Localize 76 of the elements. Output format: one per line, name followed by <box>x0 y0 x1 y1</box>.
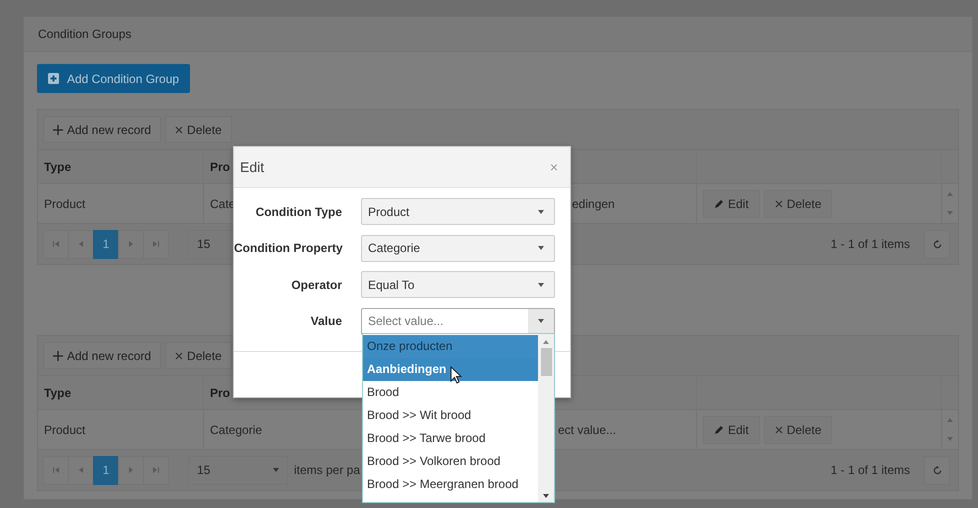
dropdown-option[interactable]: Brood <box>363 381 538 404</box>
caret-icon <box>273 468 279 472</box>
field-label: Value <box>310 314 342 328</box>
close-icon <box>774 426 783 434</box>
close-icon <box>774 200 783 208</box>
add-record-button[interactable]: Add new record <box>43 116 162 143</box>
delete-button[interactable]: Delete <box>764 416 832 444</box>
scroll-down-icon[interactable] <box>543 494 549 498</box>
column-header[interactable]: Type <box>38 150 204 183</box>
delete-button[interactable]: Delete <box>165 116 232 143</box>
delete-button[interactable]: Delete <box>165 342 232 369</box>
close-icon <box>175 126 184 134</box>
scrollbar-thumb[interactable] <box>540 348 552 376</box>
previous-page-icon <box>79 467 83 473</box>
add-record-button[interactable]: Add new record <box>43 342 162 369</box>
first-page-button[interactable] <box>43 456 69 484</box>
page-button[interactable]: 1 <box>93 456 119 484</box>
dropdown-option[interactable]: Brood >> Meergranen brood <box>363 473 538 496</box>
plus-icon <box>53 124 63 134</box>
next-page-icon <box>129 241 133 247</box>
dialog-title: Edit <box>240 159 264 175</box>
pager-info: 1 - 1 of 1 items <box>830 463 910 477</box>
dropdown-option[interactable]: Brood >> Volkoren brood <box>363 450 538 473</box>
refresh-icon <box>932 466 942 474</box>
table-cell: Product <box>38 184 204 223</box>
dropdown-option[interactable]: Aanbiedingen <box>363 358 538 381</box>
first-page-icon <box>53 467 59 473</box>
select-field[interactable]: Select value... <box>361 308 555 334</box>
scrollbar[interactable] <box>538 334 554 502</box>
last-page-button[interactable] <box>143 230 169 258</box>
table-cell: Product <box>38 410 204 449</box>
select-field[interactable]: Categorie <box>361 234 555 262</box>
refresh-icon <box>932 240 942 248</box>
scroll-up-icon[interactable] <box>543 340 549 344</box>
select-field[interactable]: Equal To <box>361 271 555 298</box>
last-page-icon <box>153 467 159 473</box>
pager-info: 1 - 1 of 1 items <box>830 237 910 251</box>
caret-icon <box>538 246 544 250</box>
plus-icon <box>53 350 63 360</box>
column-header[interactable]: Type <box>38 376 204 409</box>
page-button[interactable]: 1 <box>93 230 119 258</box>
edit-button[interactable]: Edit <box>703 190 760 218</box>
next-page-button[interactable] <box>118 230 144 258</box>
field-label: Condition Type <box>254 204 342 218</box>
delete-button[interactable]: Delete <box>764 190 832 218</box>
dropdown-option[interactable]: Onze producten <box>363 335 538 358</box>
close-icon <box>175 352 184 360</box>
caret-icon <box>538 210 544 214</box>
page-size-label: items per pa <box>294 463 360 477</box>
mouse-cursor-icon <box>450 366 462 384</box>
scroll-up-icon[interactable] <box>947 418 953 422</box>
page-size-select[interactable]: 15 <box>188 456 288 484</box>
previous-page-icon <box>79 241 83 247</box>
previous-page-button[interactable] <box>68 230 94 258</box>
dropdown-option[interactable]: Brood >> Tarwe brood <box>363 427 538 450</box>
field-label: Operator <box>290 278 342 292</box>
panel-title: Condition Groups <box>24 17 972 52</box>
scroll-up-icon[interactable] <box>947 192 953 196</box>
pencil-icon <box>714 198 724 208</box>
first-page-button[interactable] <box>43 230 69 258</box>
caret-icon <box>538 282 544 286</box>
select-field[interactable]: Product <box>361 198 555 225</box>
refresh-button[interactable] <box>924 230 950 258</box>
caret-icon <box>538 319 544 323</box>
close-button[interactable]: × <box>546 159 562 175</box>
edit-button[interactable]: Edit <box>703 416 760 444</box>
first-page-icon <box>53 241 59 247</box>
add-condition-group-button[interactable]: Add Condition Group <box>37 64 190 93</box>
next-page-icon <box>129 467 133 473</box>
refresh-button[interactable] <box>924 456 950 484</box>
pencil-icon <box>714 424 724 434</box>
plus-square-icon <box>48 73 59 84</box>
last-page-icon <box>153 241 159 247</box>
next-page-button[interactable] <box>118 456 144 484</box>
previous-page-button[interactable] <box>68 456 94 484</box>
last-page-button[interactable] <box>143 456 169 484</box>
